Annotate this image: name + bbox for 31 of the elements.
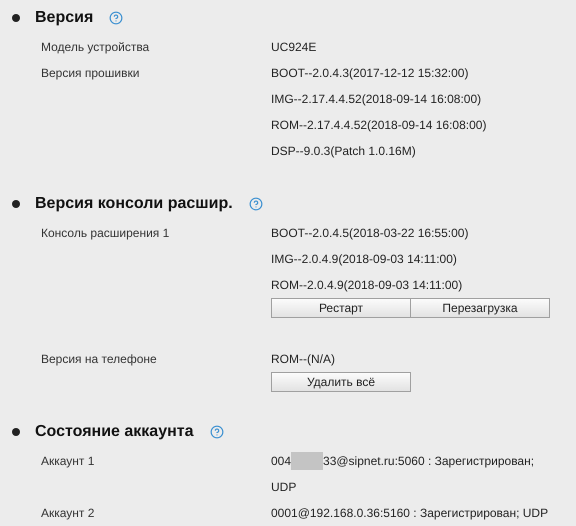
value-text: 33@sipnet.ru:5060 : Зарегистрирован; bbox=[323, 453, 534, 470]
value-text: 004 bbox=[271, 453, 292, 470]
bullet-icon bbox=[12, 428, 20, 436]
value-text: ROM--2.17.4.4.52(2018-09-14 16:08:00) bbox=[271, 117, 486, 134]
value-text: ROM--2.0.4.9(2018-09-03 14:11:00) bbox=[271, 277, 462, 294]
field-label: Версия прошивки bbox=[41, 65, 140, 82]
bullet-icon bbox=[12, 200, 20, 208]
action-button[interactable]: Рестарт bbox=[271, 298, 411, 318]
field-label: Версия на телефоне bbox=[41, 351, 157, 368]
bullet-icon bbox=[12, 14, 20, 22]
value-text: UC924E bbox=[271, 39, 316, 56]
value-text: DSP--9.0.3(Patch 1.0.16M) bbox=[271, 143, 416, 160]
value-text: ROM--(N/A) bbox=[271, 351, 335, 368]
value-text: BOOT--2.0.4.5(2018-03-22 16:55:00) bbox=[271, 225, 468, 242]
action-button[interactable]: Перезагрузка bbox=[410, 298, 550, 318]
field-label: Аккаунт 2 bbox=[41, 505, 94, 522]
value-text: BOOT--2.0.4.3(2017-12-12 15:32:00) bbox=[271, 65, 468, 82]
value-text: UDP bbox=[271, 479, 296, 496]
field-label: Аккаунт 1 bbox=[41, 453, 94, 470]
action-button[interactable]: Удалить всё bbox=[271, 372, 411, 392]
section-title: Версия bbox=[35, 8, 94, 28]
field-label: Модель устройства bbox=[41, 39, 150, 56]
value-text: IMG--2.17.4.4.52(2018-09-14 16:08:00) bbox=[271, 91, 482, 108]
section-title: Версия консоли расшир. bbox=[35, 194, 233, 214]
section-title: Состояние аккаунта bbox=[35, 422, 194, 442]
help-icon[interactable] bbox=[210, 425, 224, 439]
field-label: Консоль расширения 1 bbox=[41, 225, 170, 242]
help-icon[interactable] bbox=[248, 197, 263, 211]
value-text: 0001@192.168.0.36:5160 : Зарегистрирован; UDP bbox=[271, 505, 548, 522]
value-text: IMG--2.0.4.9(2018-09-03 14:11:00) bbox=[271, 251, 457, 268]
help-icon[interactable] bbox=[109, 11, 124, 25]
